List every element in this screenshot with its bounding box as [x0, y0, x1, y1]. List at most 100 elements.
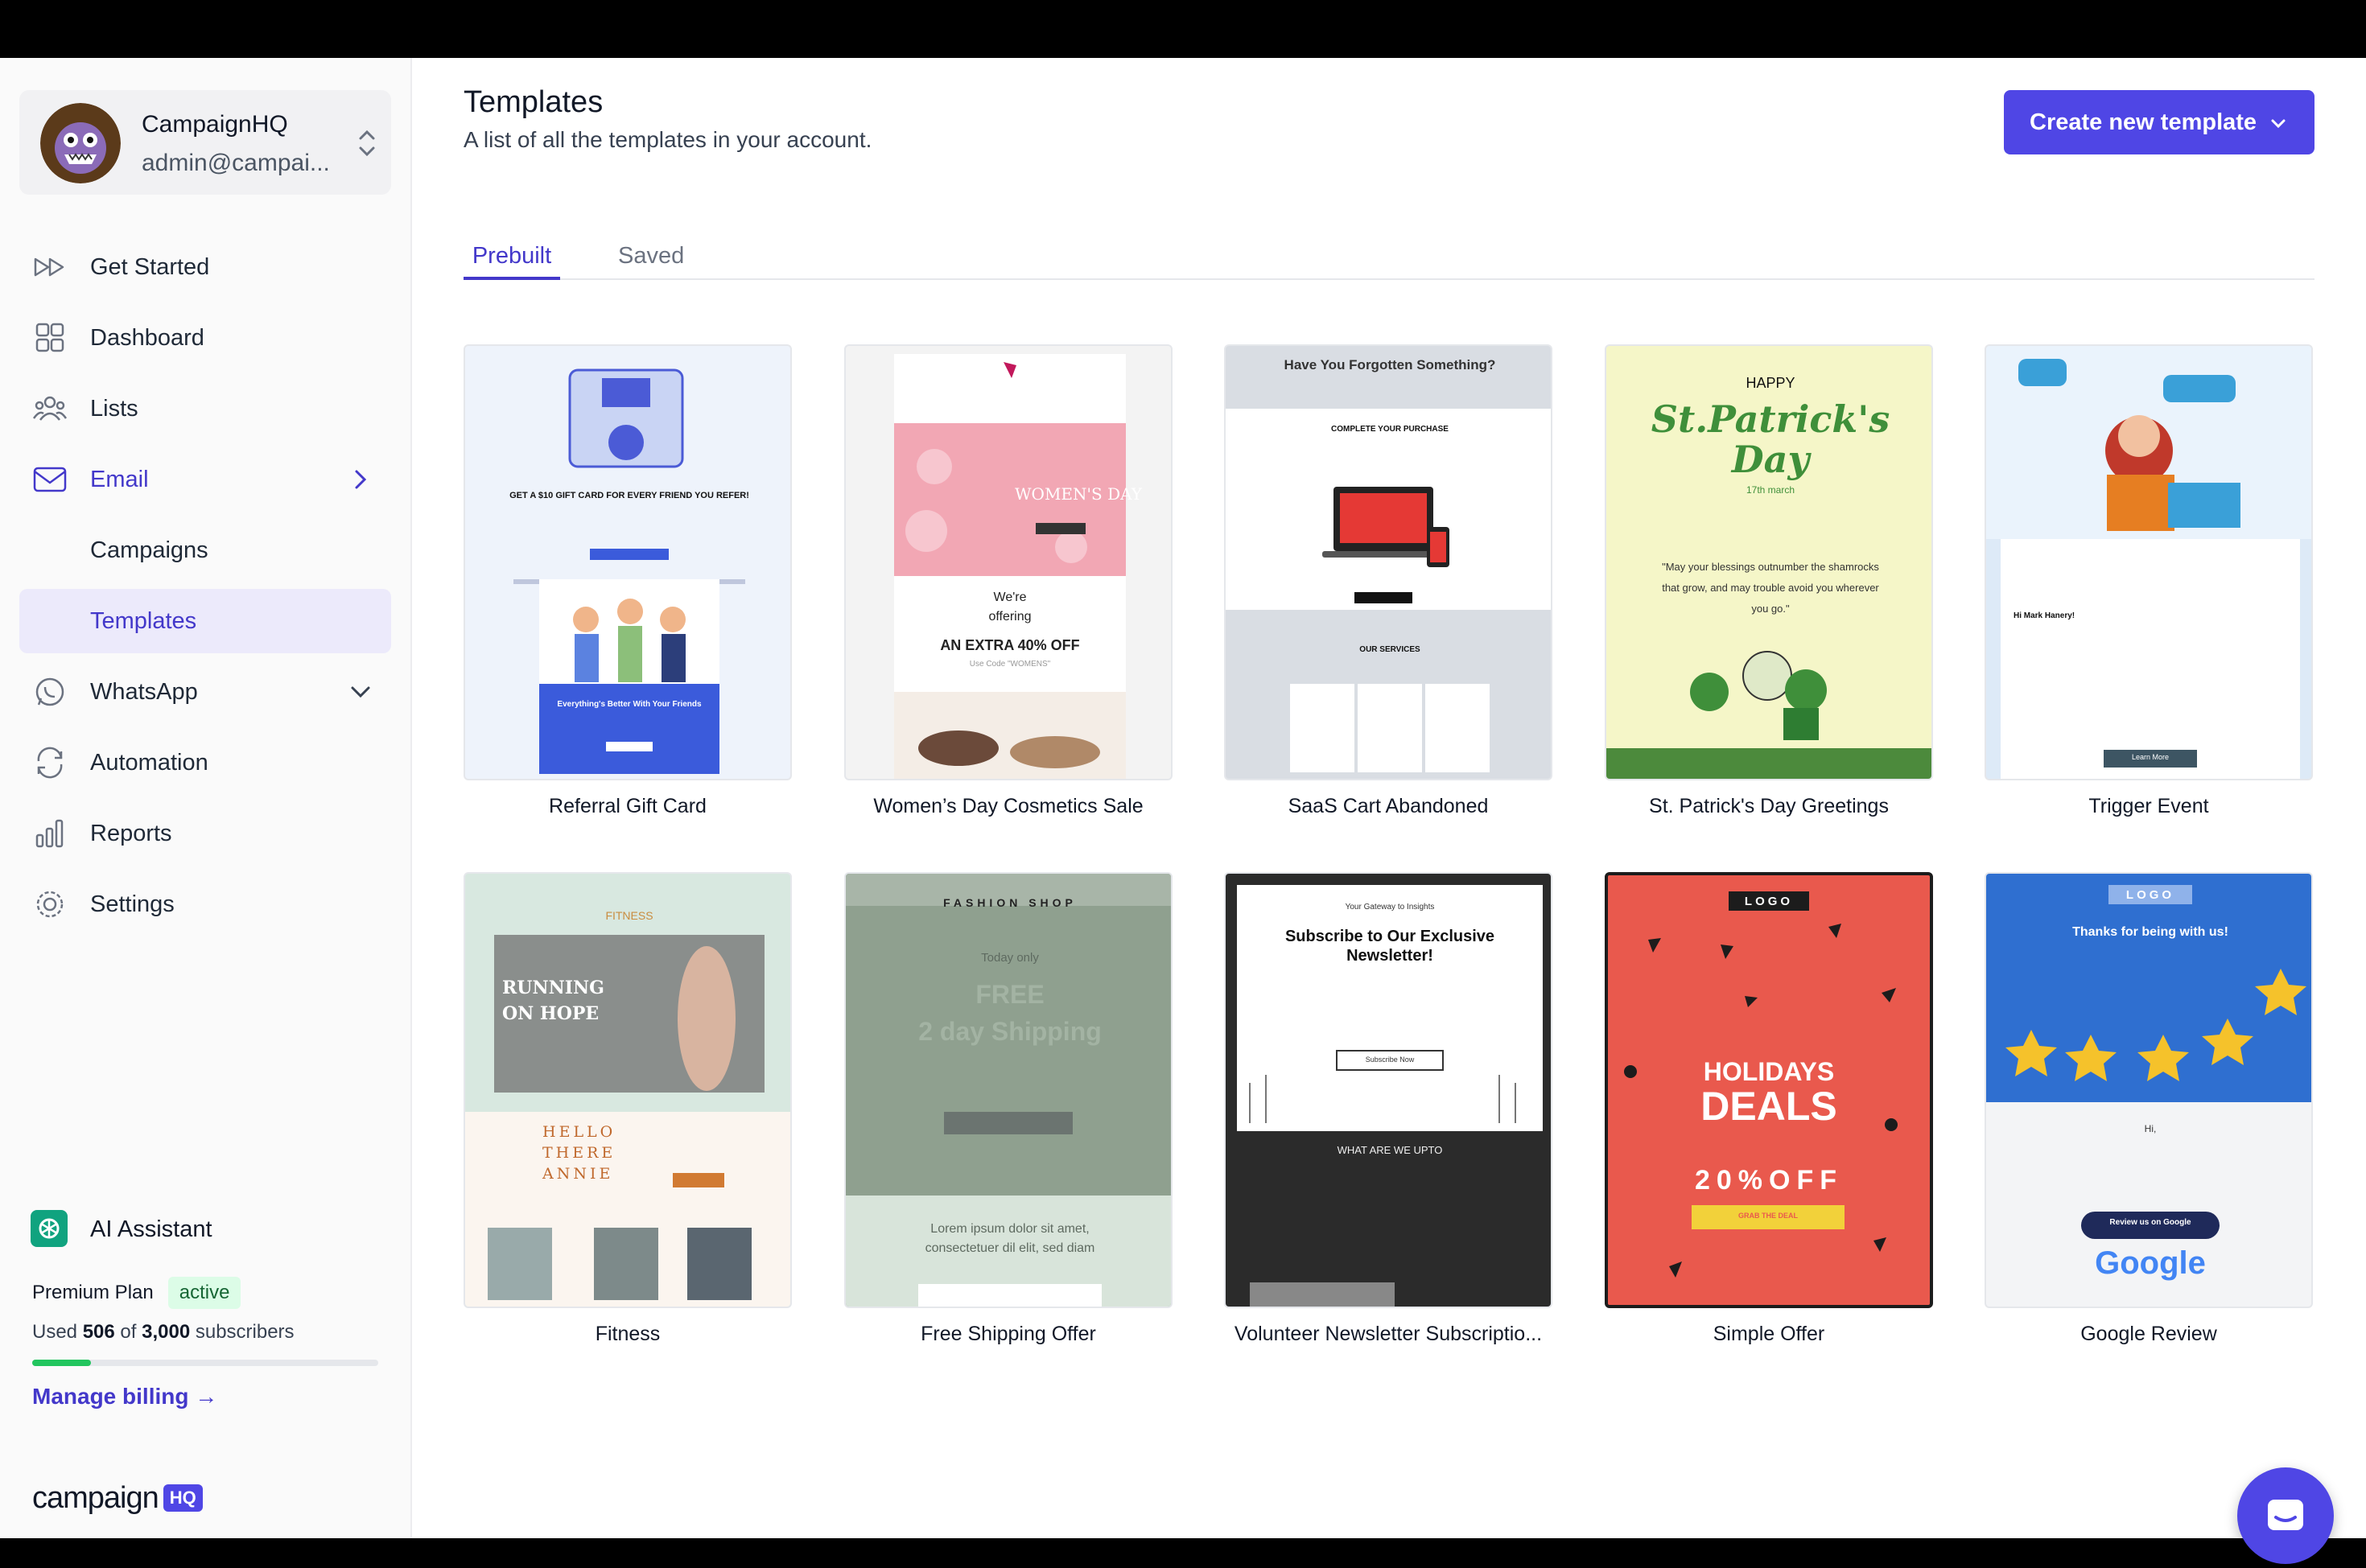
thumb-banner: Everything's Better With Your Friends [557, 700, 702, 709]
ai-assistant-label: AI Assistant [90, 1216, 212, 1242]
thumb-line2: DEALS [1700, 1084, 1837, 1129]
thumb-hello: HELLO THERE ANNIE [542, 1123, 616, 1183]
template-name: Simple Offer [1713, 1323, 1825, 1345]
thumb-brand: Google [2095, 1245, 2206, 1281]
tab-saved[interactable]: Saved [612, 219, 690, 280]
thumb-offer: AN EXTRA 40% OFF [940, 637, 1080, 653]
template-name: Trigger Event [2088, 795, 2209, 817]
nav-lists[interactable]: Lists [19, 377, 391, 441]
gear-icon [36, 891, 64, 918]
thumb-greeting: Hi Mark Hanery! [2014, 611, 2075, 620]
thumb-section: WHAT ARE WE UPTO [1337, 1144, 1443, 1156]
template-thumbnail[interactable]: FITNESS RUNNING ON HOPE HELLO THERE ANNI… [464, 872, 792, 1308]
template-name: Volunteer Newsletter Subscriptio... [1234, 1323, 1543, 1345]
template-card[interactable]: FASHION SHOP Today only FREE 2 day Shipp… [844, 872, 1173, 1346]
fast-forward-icon [34, 257, 64, 277]
thumb-line1: We're [993, 591, 1027, 604]
nav-email[interactable]: Email [19, 447, 391, 512]
thumb-happy: HAPPY [1746, 375, 1795, 391]
template-card[interactable]: GET A $10 GIFT CARD FOR EVERY FRIEND YOU… [464, 344, 792, 818]
plan-name: Premium Plan [32, 1282, 154, 1303]
template-thumbnail[interactable]: Your Gateway to Insights Subscribe to Ou… [1224, 872, 1552, 1308]
chevron-up-down-icon [359, 130, 375, 157]
template-card[interactable]: FITNESS RUNNING ON HOPE HELLO THERE ANNI… [464, 872, 792, 1346]
chevron-right-icon [355, 470, 367, 489]
template-thumbnail[interactable]: LOGO Thanks for being with us! Hi, Revie… [1985, 872, 2313, 1308]
template-thumbnail[interactable]: Have You Forgotten Something? COMPLETE Y… [1224, 344, 1552, 780]
account-switcher[interactable]: CampaignHQ admin@campai... [19, 90, 391, 195]
nav-get-started[interactable]: Get Started [19, 235, 391, 299]
template-card[interactable]: Hi Mark Hanery! Learn More Trigger Event [1985, 344, 2313, 818]
bar-chart-icon [35, 819, 64, 848]
chat-launcher-button[interactable] [2237, 1467, 2334, 1564]
grid-icon [35, 323, 64, 352]
template-name: Fitness [595, 1323, 661, 1345]
thumb-headline: Have You Forgotten Something? [1284, 357, 1496, 372]
create-template-button[interactable]: Create new template [2004, 90, 2314, 154]
page-subtitle: A list of all the templates in your acco… [464, 127, 872, 152]
nav-dashboard[interactable]: Dashboard [19, 306, 391, 370]
nav-label: Campaigns [90, 537, 208, 563]
thumb-button: Review us on Google [2109, 1218, 2191, 1227]
nav-settings[interactable]: Settings [19, 872, 391, 936]
nav-campaigns[interactable]: Campaigns [19, 518, 391, 582]
nav-label: Settings [90, 891, 175, 917]
template-card[interactable]: LOGO Thanks for being with us! Hi, Revie… [1985, 872, 2313, 1346]
usage-used: 506 [82, 1321, 115, 1343]
nav-whatsapp[interactable]: WhatsApp [19, 660, 391, 724]
create-template-label: Create new template [2030, 109, 2257, 135]
nav-label: Email [90, 466, 149, 492]
thumb-kicker: Your Gateway to Insights [1345, 903, 1435, 912]
thumb-sub: COMPLETE YOUR PURCHASE [1331, 425, 1449, 434]
template-thumbnail[interactable]: LOGO HOLIDAYS DEALS 20%OFF GRAB THE DEAL [1605, 872, 1933, 1308]
thumb-date: 17th march [1746, 484, 1795, 496]
thumb-shop: FASHION SHOP [943, 896, 1077, 909]
nav-label: Automation [90, 749, 208, 776]
chevron-down-icon [351, 686, 370, 698]
template-name: Free Shipping Offer [921, 1323, 1096, 1345]
brand-logo: campaign HQ [32, 1474, 203, 1522]
nav-templates[interactable]: Templates [19, 589, 391, 653]
window-top-bar [0, 0, 2366, 58]
template-thumbnail[interactable]: HAPPY St.Patrick's Day 17th march "May y… [1605, 344, 1933, 780]
nav-automation[interactable]: Automation [19, 730, 391, 795]
nav-label: WhatsApp [90, 678, 198, 705]
account-email: admin@campai... [142, 150, 330, 176]
template-card[interactable]: WOMEN'S DAY We're offering AN EXTRA 40% … [844, 344, 1173, 818]
usage-text: Used 506 of 3,000 subscribers [32, 1321, 295, 1344]
nav-reports[interactable]: Reports [19, 801, 391, 866]
thumb-button: GRAB THE DEAL [1738, 1212, 1798, 1220]
nav-label: Reports [90, 820, 172, 846]
nav-label: Get Started [90, 253, 210, 280]
template-name: Referral Gift Card [549, 795, 707, 817]
template-card[interactable]: HAPPY St.Patrick's Day 17th march "May y… [1605, 344, 1933, 818]
usage-unit: subscribers [195, 1321, 295, 1343]
thumb-quote: "May your blessings outnumber the shamro… [1662, 561, 1879, 615]
users-icon [32, 396, 68, 421]
thumb-services: OUR SERVICES [1359, 645, 1420, 654]
thumb-body: Lorem ipsum dolor sit amet, consectetuer… [925, 1222, 1095, 1255]
template-card[interactable]: LOGO HOLIDAYS DEALS 20%OFF GRAB THE DEAL… [1605, 872, 1933, 1346]
thumb-line2: offering [988, 610, 1032, 623]
nav-label: Lists [90, 395, 138, 422]
chat-icon [2268, 1500, 2303, 1530]
template-name: St. Patrick's Day Greetings [1649, 795, 1889, 817]
template-thumbnail[interactable]: Hi Mark Hanery! Learn More [1985, 344, 2313, 780]
template-card[interactable]: Have You Forgotten Something? COMPLETE Y… [1224, 344, 1552, 818]
tab-prebuilt[interactable]: Prebuilt [464, 219, 560, 280]
usage-progress-fill [32, 1360, 91, 1366]
tab-bar: Prebuilt Saved [464, 219, 2314, 280]
template-card[interactable]: Your Gateway to Insights Subscribe to Ou… [1224, 872, 1552, 1346]
template-thumbnail[interactable]: FASHION SHOP Today only FREE 2 day Shipp… [844, 872, 1173, 1308]
manage-billing-link[interactable]: Manage billing → [32, 1384, 217, 1410]
envelope-icon [33, 467, 67, 492]
thumb-today: Today only [981, 951, 1039, 965]
thumb-free: FREE [975, 980, 1045, 1009]
template-thumbnail[interactable]: WOMEN'S DAY We're offering AN EXTRA 40% … [844, 344, 1173, 780]
whatsapp-icon [35, 677, 64, 706]
thumb-logo: LOGO [2125, 888, 2175, 902]
template-thumbnail[interactable]: GET A $10 GIFT CARD FOR EVERY FRIEND YOU… [464, 344, 792, 780]
ai-assistant[interactable]: AI Assistant [19, 1200, 391, 1257]
usage-total: 3,000 [142, 1321, 191, 1343]
thumb-hi: Hi, [2144, 1123, 2157, 1134]
